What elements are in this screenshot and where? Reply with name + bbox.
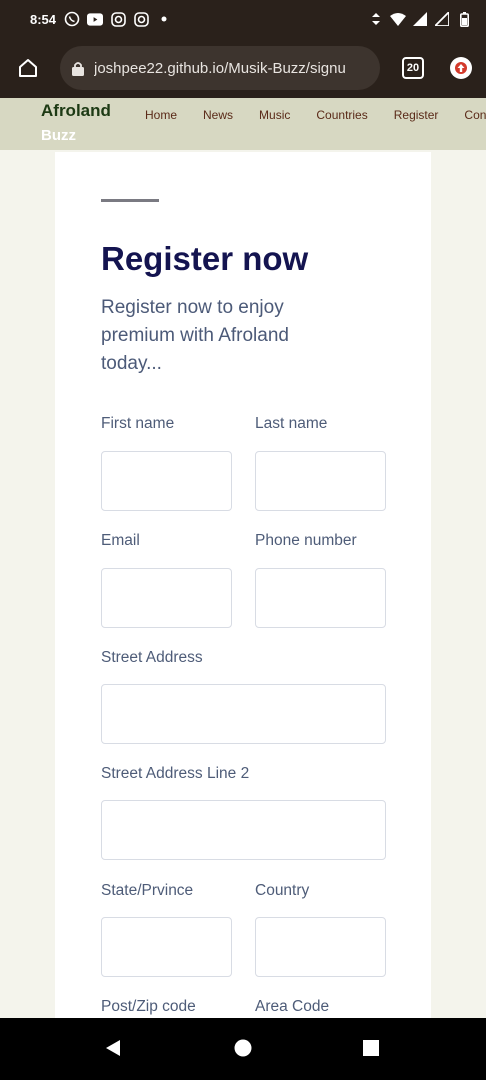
nav-link-contact[interactable]: Conta (464, 108, 486, 122)
instagram-icon (133, 11, 149, 27)
area-code-label: Area Code (255, 998, 330, 1015)
address-bar[interactable]: joshpee22.github.io/Musik-Buzz/signu (60, 46, 380, 90)
home-icon (19, 59, 37, 77)
phone-input[interactable] (255, 568, 386, 628)
home-button[interactable] (12, 52, 44, 84)
page-subtitle: Register now to enjoy premium with Afrol… (101, 297, 289, 374)
wifi-icon (390, 11, 406, 27)
url-text: joshpee22.github.io/Musik-Buzz/signu (94, 59, 346, 77)
nav-link-register[interactable]: Register (394, 108, 439, 122)
street-address-input[interactable] (101, 684, 386, 744)
dot-icon (156, 11, 172, 27)
nav-link-home[interactable]: Home (145, 108, 177, 122)
vibrate-icon (368, 11, 384, 27)
browser-toolbar: joshpee22.github.io/Musik-Buzz/signu 20 (0, 38, 486, 98)
phone-label: Phone number (255, 532, 357, 549)
first-name-input[interactable] (101, 451, 232, 511)
zip-label: Post/Zip code (101, 998, 196, 1015)
page-title: Register now (101, 240, 309, 277)
street-address2-input[interactable] (101, 800, 386, 860)
site-nav: Home News Music Countries Register Conta (145, 108, 486, 122)
brand-logo-line2[interactable]: Buzz (41, 127, 76, 144)
update-button[interactable] (450, 57, 472, 79)
last-name-label: Last name (255, 415, 328, 432)
signal-icon (412, 11, 428, 27)
state-label: State/Prvince (101, 882, 194, 899)
nav-link-music[interactable]: Music (259, 108, 290, 122)
nav-link-news[interactable]: News (203, 108, 233, 122)
street-address2-label: Street Address Line 2 (101, 765, 250, 782)
status-notification-icons (64, 11, 172, 27)
battery-icon (456, 11, 472, 27)
status-system-icons (368, 11, 472, 27)
system-nav-bar (0, 1018, 486, 1080)
first-name-label: First name (101, 415, 175, 432)
email-input[interactable] (101, 568, 232, 628)
site-header: Afroland Buzz Home News Music Countries … (0, 98, 486, 150)
status-time: 8:54 (30, 11, 57, 27)
status-bar: 8:54 (0, 0, 486, 38)
last-name-input[interactable] (255, 451, 386, 511)
country-label: Country (255, 882, 310, 899)
back-icon[interactable] (104, 1038, 124, 1058)
country-input[interactable] (255, 917, 386, 977)
street-address-label: Street Address (101, 649, 203, 666)
arrow-up-icon (455, 62, 467, 74)
instagram-icon (110, 11, 126, 27)
signal-icon (434, 11, 450, 27)
nav-link-countries[interactable]: Countries (316, 108, 367, 122)
state-input[interactable] (101, 917, 232, 977)
decorative-rule (101, 199, 159, 202)
home-circle-icon[interactable] (233, 1038, 253, 1058)
lock-icon (72, 61, 84, 76)
recents-icon[interactable] (361, 1038, 381, 1058)
tab-switcher-button[interactable]: 20 (402, 57, 424, 79)
youtube-icon (87, 11, 104, 27)
whatsapp-icon (64, 11, 80, 27)
brand-logo-line1[interactable]: Afroland (41, 101, 111, 121)
email-label: Email (101, 532, 140, 549)
register-card: Register now Register now to enjoy premi… (55, 152, 431, 1018)
